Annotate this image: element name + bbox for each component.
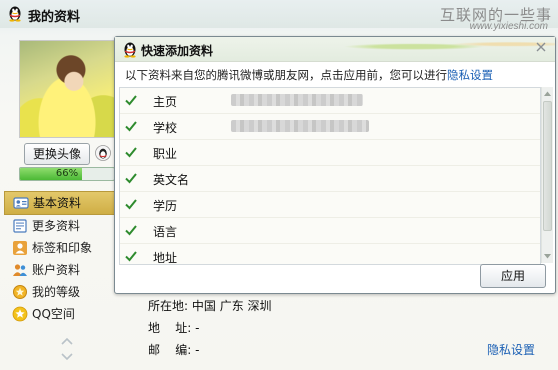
checkmark-icon[interactable] — [124, 223, 138, 237]
scroll-thumb[interactable] — [543, 101, 552, 231]
sidebar-item-more-info[interactable]: 更多资料 — [4, 215, 116, 237]
postcode-label: 邮 编: — [148, 343, 192, 357]
medal-icon — [13, 285, 27, 299]
nav-scroll-up-icon[interactable] — [61, 336, 73, 346]
sidebar-item-qzone[interactable]: QQ空间 — [4, 303, 116, 325]
sidebar-item-label: 基本资料 — [33, 196, 82, 210]
checkmark-icon[interactable] — [124, 249, 138, 263]
checkmark-icon[interactable] — [124, 197, 138, 211]
list-scrollbar[interactable] — [541, 87, 553, 263]
postcode-value: - — [195, 343, 200, 357]
quick-add-dialog: 快速添加资料 以下资料来自您的腾讯微博或朋友网，点击应用前，您可以进行隐私设置 … — [114, 36, 556, 294]
apply-button[interactable]: 应用 — [480, 264, 546, 288]
sidebar-nav: 基本资料 更多资料 标签和印象 账户资料 我的等级 QQ空间 — [4, 191, 116, 325]
profile-item-list: 主页 学校 职业 英文名 学历 语言 地址 — [119, 87, 541, 265]
qzone-star-icon — [12, 306, 28, 322]
list-item[interactable]: 主页 — [120, 88, 540, 114]
checkmark-icon[interactable] — [124, 119, 138, 133]
item-label: 学校 — [153, 121, 178, 135]
item-label: 职业 — [153, 147, 178, 161]
profile-completion-label: 66% — [55, 168, 79, 179]
address-label: 地 址: — [148, 321, 192, 335]
list-item[interactable]: 学历 — [120, 192, 540, 218]
sidebar-item-label: QQ空间 — [32, 307, 75, 321]
nav-scroll-down-icon[interactable] — [61, 352, 73, 362]
checkmark-icon[interactable] — [124, 145, 138, 159]
sidebar-item-basic-info[interactable]: 基本资料 — [4, 191, 116, 215]
sidebar-item-account[interactable]: 账户资料 — [4, 259, 116, 281]
item-label: 英文名 — [153, 173, 190, 187]
sidebar-item-label: 标签和印象 — [32, 241, 93, 255]
privacy-settings-link[interactable]: 隐私设置 — [487, 341, 535, 358]
address-value: - — [195, 321, 200, 335]
sidebar-item-tags[interactable]: 标签和印象 — [4, 237, 116, 259]
qq-penguin-icon — [9, 6, 21, 22]
location-label: 所在地: — [148, 299, 189, 313]
document-icon — [13, 219, 27, 233]
profile-completion-bar: 66% — [19, 167, 115, 181]
dialog-description: 以下资料来自您的腾讯微博或朋友网，点击应用前，您可以进行隐私设置 — [125, 67, 493, 83]
list-item[interactable]: 英文名 — [120, 166, 540, 192]
users-icon — [13, 264, 27, 276]
qq-penguin-icon — [124, 42, 136, 58]
dialog-privacy-link[interactable]: 隐私设置 — [447, 68, 493, 82]
scroll-down-icon[interactable] — [543, 253, 552, 260]
list-item[interactable]: 地址 — [120, 244, 540, 265]
item-label: 主页 — [153, 95, 178, 109]
scroll-up-icon[interactable] — [543, 90, 552, 97]
close-icon[interactable] — [535, 41, 547, 53]
window-title: 我的资料 — [28, 10, 81, 25]
sidebar-item-label: 更多资料 — [32, 219, 81, 233]
sidebar-item-label: 账户资料 — [32, 263, 81, 277]
avatar[interactable] — [19, 40, 119, 138]
location-row: 所在地: 中国 广东 深圳 — [148, 297, 272, 314]
list-item[interactable]: 职业 — [120, 140, 540, 166]
dialog-description-text: 以下资料来自您的腾讯微博或朋友网，点击应用前，您可以进行 — [125, 68, 447, 82]
dialog-title: 快速添加资料 — [141, 44, 214, 58]
person-tag-icon — [13, 241, 27, 255]
item-label: 学历 — [153, 199, 178, 213]
blurred-value — [231, 120, 369, 132]
dialog-title-bar: 快速添加资料 — [115, 37, 555, 62]
watermark-url: www.yixieshi.com — [469, 21, 548, 32]
sidebar-item-level[interactable]: 我的等级 — [4, 281, 116, 303]
postcode-row: 邮 编: - — [148, 341, 199, 358]
qq-show-icon[interactable] — [94, 144, 112, 162]
item-label: 语言 — [153, 225, 178, 239]
checkmark-icon[interactable] — [124, 93, 138, 107]
checkmark-icon[interactable] — [124, 171, 138, 185]
blurred-value — [231, 94, 363, 106]
list-item[interactable]: 语言 — [120, 218, 540, 244]
item-label: 地址 — [153, 251, 178, 265]
id-card-icon — [13, 197, 29, 209]
location-value: 中国 广东 深圳 — [191, 299, 272, 313]
sidebar-item-label: 我的等级 — [32, 285, 81, 299]
list-item[interactable]: 学校 — [120, 114, 540, 140]
window-title-bar: 我的资料 互联网的一些事 www.yixieshi.com — [0, 0, 558, 32]
change-avatar-button[interactable]: 更换头像 — [24, 143, 90, 165]
address-row: 地 址: - — [148, 319, 199, 336]
